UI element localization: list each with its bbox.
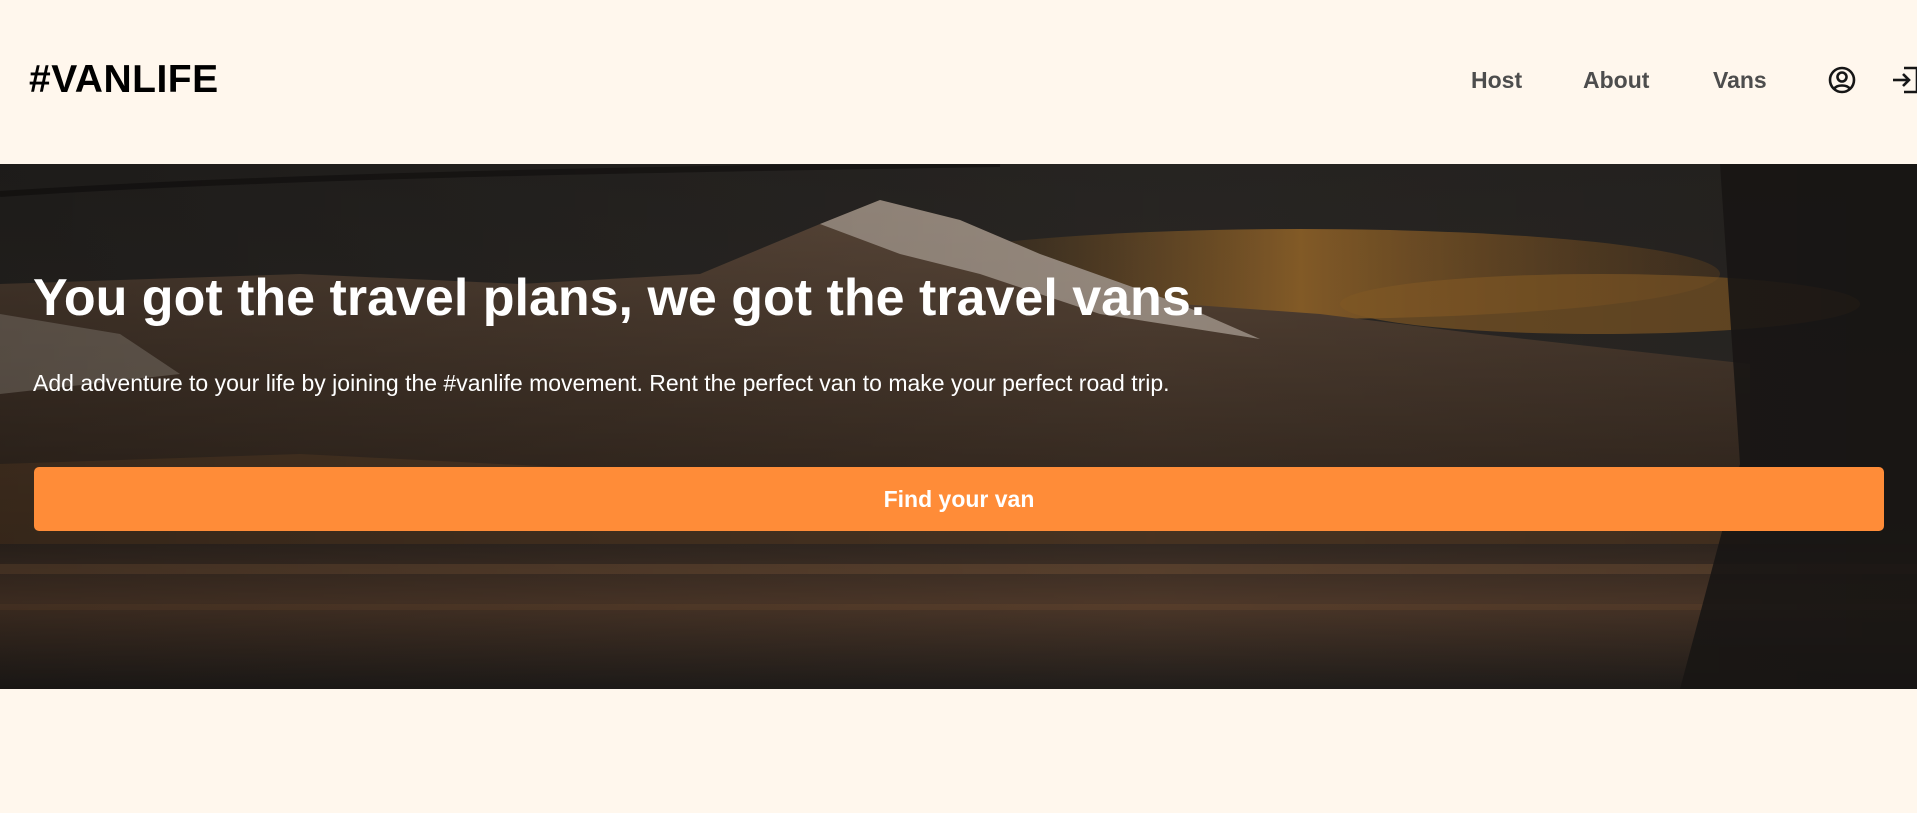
page: #VANLIFE Host About Vans You got the tra…: [0, 0, 1917, 813]
site-header: #VANLIFE Host About Vans: [0, 0, 1917, 164]
hero-title: You got the travel plans, we got the tra…: [33, 269, 1206, 327]
find-your-van-button[interactable]: Find your van: [34, 467, 1884, 531]
nav-link-about[interactable]: About: [1583, 67, 1649, 94]
hero-background-image: [0, 164, 1917, 689]
hero-subtitle: Add adventure to your life by joining th…: [33, 370, 1170, 396]
profile-icon[interactable]: [1826, 64, 1858, 96]
site-logo[interactable]: #VANLIFE: [29, 58, 219, 102]
hero-section: You got the travel plans, we got the tra…: [0, 164, 1917, 689]
nav-link-vans[interactable]: Vans: [1713, 67, 1767, 94]
login-icon[interactable]: [1890, 64, 1917, 96]
nav-link-host[interactable]: Host: [1471, 67, 1522, 94]
